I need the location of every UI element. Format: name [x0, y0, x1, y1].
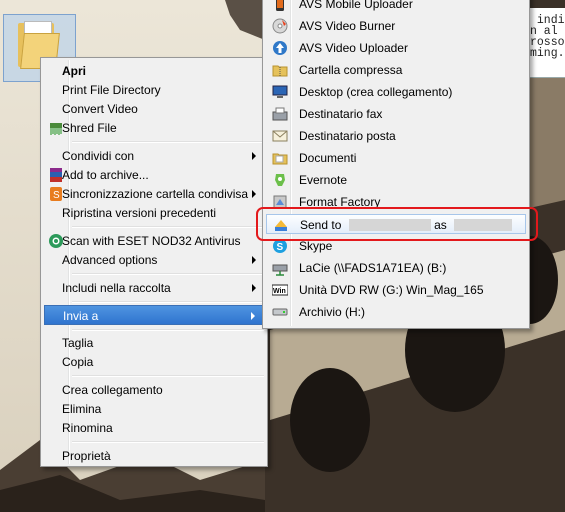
fax-icon — [272, 107, 288, 121]
network-drive-icon — [272, 264, 288, 276]
menu-item-advanced-options[interactable]: Advanced options — [44, 250, 264, 270]
send-to-documenti[interactable]: Documenti — [266, 148, 526, 168]
menu-separator — [72, 375, 264, 377]
code-line: ming. — [530, 47, 565, 60]
send-to-cartella-compressa[interactable]: Cartella compressa — [266, 60, 526, 80]
svg-text:S: S — [277, 242, 284, 253]
menu-item-includi-nella-raccolta[interactable]: Includi nella raccolta — [44, 278, 264, 298]
svg-text:S: S — [53, 190, 60, 201]
menu-separator — [72, 441, 264, 443]
avs-mobile-icon — [276, 0, 284, 11]
menu-item-copia[interactable]: Copia — [44, 352, 264, 372]
menu-item-sincronizzazione[interactable]: S Sincronizzazione cartella condivisa — [44, 184, 264, 204]
menu-separator — [72, 141, 264, 143]
menu-item-add-to-archive[interactable]: Add to archive... — [44, 165, 264, 185]
menu-item-eset-scan[interactable]: Scan with ESET NOD32 Antivirus — [44, 231, 264, 251]
send-to-avs-mobile-uploader[interactable]: AVS Mobile Uploader — [266, 0, 526, 14]
zip-folder-icon — [272, 65, 288, 77]
send-to-dvd-drive[interactable]: Win Unità DVD RW (G:) Win_Mag_165 — [266, 280, 526, 300]
send-to-desktop[interactable]: Desktop (crea collegamento) — [266, 82, 526, 102]
menu-item-convert-video[interactable]: Convert Video — [44, 99, 264, 119]
submenu-arrow-icon — [252, 256, 256, 264]
menu-item-taglia[interactable]: Taglia — [44, 333, 264, 353]
dvd-icon: Win — [272, 284, 288, 296]
submenu-arrow-icon — [251, 312, 255, 320]
send-to-avs-video-burner[interactable]: AVS Video Burner — [266, 16, 526, 36]
annotation-highlight-outline — [256, 207, 538, 241]
menu-item-shred-file[interactable]: Shred File — [44, 118, 264, 138]
menu-item-proprieta[interactable]: Proprietà — [44, 446, 264, 466]
menu-item-rinomina[interactable]: Rinomina — [44, 418, 264, 438]
send-to-destinatario-fax[interactable]: Destinatario fax — [266, 104, 526, 124]
submenu-arrow-icon — [252, 284, 256, 292]
terminal-window: indi n al rosso ming. — [525, 8, 565, 78]
send-to-submenu: AVS Mobile Uploader AVS Video Burner AVS… — [262, 0, 530, 329]
avs-burner-icon — [272, 18, 288, 34]
menu-item-condividi-con[interactable]: Condividi con — [44, 146, 264, 166]
documents-icon — [272, 153, 288, 165]
menu-item-invia-a[interactable]: Invia a — [44, 305, 264, 325]
desktop-icon — [272, 85, 288, 98]
svg-text:Win: Win — [273, 288, 286, 295]
send-to-evernote[interactable]: Evernote — [266, 170, 526, 190]
submenu-arrow-icon — [252, 152, 256, 160]
avs-uploader-icon — [273, 41, 287, 55]
evernote-icon — [275, 174, 285, 186]
menu-item-apri[interactable]: Apri — [44, 61, 264, 81]
menu-separator — [72, 226, 264, 228]
menu-item-crea-collegamento[interactable]: Crea collegamento — [44, 380, 264, 400]
menu-separator — [72, 301, 264, 303]
send-to-avs-video-uploader[interactable]: AVS Video Uploader — [266, 38, 526, 58]
menu-separator — [72, 329, 264, 331]
mail-icon — [272, 130, 288, 142]
send-to-archivio-drive[interactable]: Archivio (H:) — [266, 302, 526, 322]
menu-item-print-file-directory[interactable]: Print File Directory — [44, 80, 264, 100]
menu-item-ripristina-versioni[interactable]: Ripristina versioni precedenti — [44, 203, 264, 223]
context-menu: Apri Print File Directory Convert Video … — [40, 57, 268, 467]
menu-item-elimina[interactable]: Elimina — [44, 399, 264, 419]
send-to-lacie-drive[interactable]: LaCie (\\FADS1A71EA) (B:) — [266, 258, 526, 278]
drive-icon — [272, 308, 288, 316]
submenu-arrow-icon — [252, 190, 256, 198]
menu-separator — [72, 273, 264, 275]
send-to-destinatario-posta[interactable]: Destinatario posta — [266, 126, 526, 146]
